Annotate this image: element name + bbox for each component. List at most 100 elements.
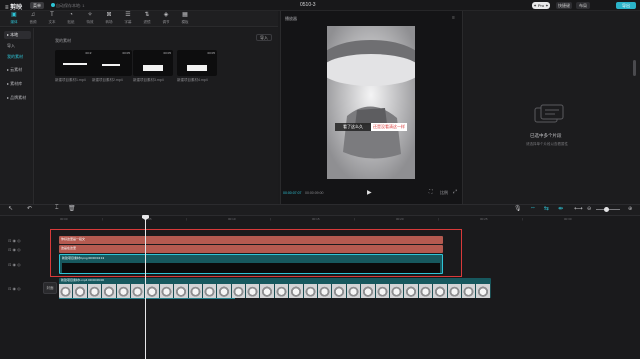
undo-icon[interactable]: ↶ xyxy=(27,205,32,212)
tool-9[interactable]: ▦ 模板 xyxy=(176,12,194,26)
film-frame xyxy=(476,284,491,298)
film-frame xyxy=(145,284,160,298)
media-thumb[interactable]: 00:05 xyxy=(133,50,173,76)
ruler-tick: 00:15 xyxy=(312,217,320,221)
ruler-tick: 00:25 xyxy=(480,217,488,221)
nav-brand[interactable]: ▸ 品牌素材 xyxy=(4,94,31,102)
player-title: 播放器 xyxy=(285,16,297,21)
total-time: 00:00:09:00 xyxy=(305,191,324,195)
film-frame xyxy=(159,284,175,298)
app-logo: ≡ 剪映 xyxy=(5,5,23,11)
tool-5[interactable]: ⊠ 转场 xyxy=(100,12,118,26)
current-time: 00:00:07:07 xyxy=(283,191,302,195)
preview-axis-icon[interactable]: ⇹ xyxy=(558,205,563,212)
track-controls-video[interactable]: ⊡ ◉ ◎ xyxy=(8,262,21,267)
film-frame xyxy=(447,284,462,298)
thumb-preview xyxy=(143,65,163,71)
main-track-clip[interactable]: 新建项目素材1.mp4 00:00:09:00 xyxy=(59,278,491,298)
film-frame xyxy=(318,284,333,298)
export-button[interactable]: 导出 xyxy=(616,2,636,9)
tool-label: 特效 xyxy=(86,20,94,24)
layout-button[interactable]: 布局 xyxy=(576,2,590,9)
audio-waveform xyxy=(59,298,235,299)
track-controls-text1[interactable]: ⊡ ◉ ◎ xyxy=(8,238,21,243)
play-icon[interactable]: ▶ xyxy=(367,189,372,196)
tool-label: 媒体 xyxy=(10,20,18,24)
media-duration: 00:05 xyxy=(163,51,171,55)
tool-icon: ☰ xyxy=(125,12,131,18)
fit-icon[interactable]: ⟷ xyxy=(574,205,583,212)
track-controls-text2[interactable]: ⊡ ◉ ◎ xyxy=(8,247,21,252)
panel-scrollbar[interactable] xyxy=(633,60,636,76)
ruler-tick: | xyxy=(270,217,271,221)
tool-3[interactable]: ◔ 贴纸 xyxy=(62,12,80,26)
film-frame xyxy=(461,284,477,298)
tool-8[interactable]: ◈ 调节 xyxy=(157,12,175,26)
film-frame xyxy=(332,284,347,298)
media-thumb[interactable]: 00:27 xyxy=(55,50,95,76)
media-thumb[interactable]: 00:05 xyxy=(92,50,132,76)
film-frame xyxy=(73,284,88,298)
ruler-tick: 00:30 xyxy=(564,217,572,221)
split-icon[interactable]: ⌶ xyxy=(55,205,59,212)
video-preview[interactable]: 看了这么久 还是没看清这一样 xyxy=(327,26,415,179)
nav-my-media[interactable]: 我的素材 xyxy=(4,53,31,61)
delete-icon[interactable]: 🗑 xyxy=(68,205,76,212)
media-thumb[interactable]: 00:05 xyxy=(177,50,217,76)
media-header: 我的素材 xyxy=(55,38,71,43)
ruler-tick: 00:20 xyxy=(396,217,404,221)
tool-1[interactable]: ♫ 音频 xyxy=(24,12,42,26)
filmstrip xyxy=(59,284,491,298)
film-frame xyxy=(260,284,275,298)
player-menu-icon[interactable]: ≡ xyxy=(452,15,455,21)
ruler-tick: 00:10 xyxy=(228,217,236,221)
link-icon[interactable]: ⇆ xyxy=(544,205,549,212)
tool-icon: ▣ xyxy=(11,12,17,18)
autosave-status-icon xyxy=(51,3,55,7)
nav-local[interactable]: ▸ 本地 xyxy=(4,31,31,39)
pro-badge[interactable]: ✦ Pro ✦ xyxy=(532,2,550,9)
select-tool-icon[interactable]: ↖ xyxy=(8,205,13,212)
caption-left: 看了这么久 xyxy=(343,124,363,129)
zoom-slider-knob[interactable] xyxy=(604,207,609,212)
shortcut-button[interactable]: 快捷键 xyxy=(556,2,572,9)
film-frame xyxy=(202,284,218,298)
cover-button[interactable]: 封面 xyxy=(43,282,57,294)
film-frame xyxy=(361,284,376,298)
menu-button[interactable]: 菜单 xyxy=(30,2,44,9)
tool-icon: ◔ xyxy=(69,12,73,18)
film-frame xyxy=(87,284,103,298)
snap-main-icon[interactable]: ⇔ xyxy=(530,205,536,211)
tool-label: 贴纸 xyxy=(67,20,75,24)
timeline-settings-icon[interactable]: ⊕ xyxy=(628,206,632,212)
zoom-out-icon[interactable]: ⊖ xyxy=(587,206,591,212)
thumb-preview xyxy=(63,63,87,65)
nav-cloud[interactable]: ▸ 云素材 xyxy=(4,66,31,74)
film-frame xyxy=(174,284,189,298)
film-frame xyxy=(375,284,390,298)
tool-6[interactable]: ☰ 字幕 xyxy=(119,12,137,26)
tool-4[interactable]: ✧ 特效 xyxy=(81,12,99,26)
track-controls-main[interactable]: ⊡ ◉ ◎ xyxy=(8,286,21,291)
tool-2[interactable]: T 文本 xyxy=(43,12,61,26)
tool-7[interactable]: ⇅ 滤镜 xyxy=(138,12,156,26)
nav-library[interactable]: ▸ 素材库 xyxy=(4,80,31,88)
tool-icon: T xyxy=(50,12,54,18)
tool-0[interactable]: ▣ 媒体 xyxy=(5,12,23,26)
tool-label: 转场 xyxy=(105,20,113,24)
film-frame xyxy=(231,284,247,298)
microphone-icon[interactable]: 🎙 xyxy=(514,205,522,212)
film-frame xyxy=(418,284,434,298)
ratio-button[interactable]: 比例 xyxy=(440,190,448,196)
film-frame xyxy=(188,284,203,298)
film-frame xyxy=(274,284,290,298)
film-frame xyxy=(130,284,146,298)
project-title[interactable]: 0510-3 xyxy=(300,2,316,8)
tool-icon: ✧ xyxy=(87,12,93,18)
playhead[interactable] xyxy=(145,216,146,359)
fullscreen-icon[interactable]: ⤢ xyxy=(453,189,457,195)
fullscreen-crop-icon[interactable]: ⛶ xyxy=(429,189,433,195)
nav-import[interactable]: 导入 xyxy=(4,42,31,50)
empty-state-title: 已选中多个片段 xyxy=(530,133,562,138)
import-button[interactable]: 导入 xyxy=(256,34,272,41)
